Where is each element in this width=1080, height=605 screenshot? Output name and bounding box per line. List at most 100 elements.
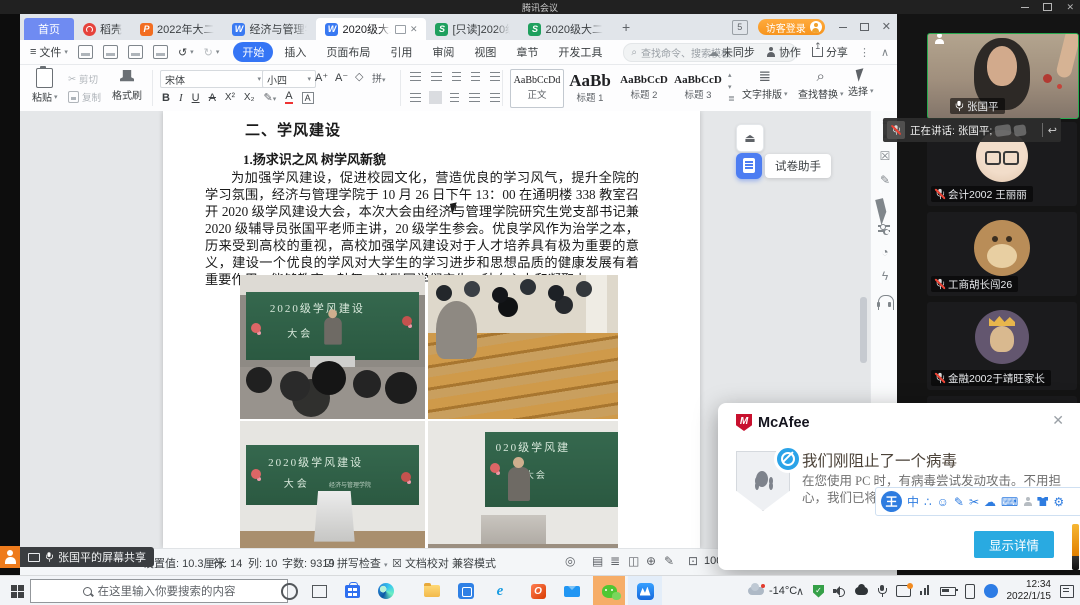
text-layout-button[interactable]: ≣ 文字排版▾: [742, 69, 788, 101]
screen-record-tray-icon[interactable]: [896, 585, 911, 597]
style-heading2[interactable]: AaBbCcD 标题 2: [618, 69, 670, 106]
save-icon[interactable]: [78, 45, 93, 59]
ime-punct-icon[interactable]: ∴: [924, 496, 932, 508]
ime-skin-icon[interactable]: 王: [881, 491, 902, 512]
new-tab-button[interactable]: +: [612, 19, 640, 35]
shrink-font-button[interactable]: A⁻: [335, 71, 348, 84]
tab-sheet-readonly[interactable]: S[只读]2020级: [426, 18, 519, 40]
history-tool-icon[interactable]: ◔: [878, 245, 892, 259]
style-normal[interactable]: AaBbCcDd 正文: [510, 69, 564, 108]
eraser-tool-icon[interactable]: ☒: [878, 149, 892, 163]
pen-tool-icon[interactable]: ✎: [878, 173, 892, 187]
participant-tile-huchangchuang[interactable]: 工商胡长闯26: [927, 212, 1077, 296]
participant-tile-yujingwang[interactable]: 金融2002于靖旺家长: [927, 302, 1077, 390]
subscript-button[interactable]: X₂: [244, 92, 255, 103]
bullet-list-icon[interactable]: [410, 72, 421, 81]
select-button[interactable]: 选择▾: [848, 69, 874, 98]
proofread-button[interactable]: ☒ 文档校对: [392, 555, 449, 571]
remote-app-button[interactable]: [452, 576, 480, 605]
ime-settings-icon[interactable]: ⚙: [1053, 496, 1064, 508]
tab-close-icon[interactable]: ✕: [410, 24, 418, 35]
network-signal-icon[interactable]: [920, 582, 931, 600]
preview-icon[interactable]: [153, 45, 168, 59]
font-name-select[interactable]: 宋体▾: [160, 70, 266, 88]
ribbon-tab-insert[interactable]: 插入: [275, 42, 315, 62]
popup-close-icon[interactable]: ✕: [1052, 412, 1064, 429]
close-icon[interactable]: ✕: [1066, 3, 1074, 12]
strikethrough-button[interactable]: A: [209, 92, 216, 104]
clip-icon[interactable]: ✂: [969, 496, 979, 508]
select-tool-icon[interactable]: [875, 195, 897, 226]
wechat-button[interactable]: [593, 576, 625, 605]
web-view-icon[interactable]: ⊕: [646, 554, 656, 568]
more-menu-icon[interactable]: ⋮: [859, 46, 870, 59]
phonetic-guide-icon[interactable]: 拼▾: [372, 70, 386, 85]
ribbon-tab-developer[interactable]: 开发工具: [549, 42, 611, 62]
align-left-icon[interactable]: [410, 93, 421, 102]
ie-button[interactable]: e: [486, 576, 514, 605]
collaborate-button[interactable]: 协作: [766, 44, 801, 60]
cloud-sync-tray-icon[interactable]: [855, 587, 868, 595]
action-center-icon[interactable]: [1060, 585, 1074, 598]
page-view-icon[interactable]: ▤: [592, 554, 603, 568]
collapse-assistant-button[interactable]: ⏏: [736, 124, 764, 152]
spell-check-toggle[interactable]: ☑ 拼写检查 ▾: [324, 555, 388, 571]
highlight-button[interactable]: ✎▾: [263, 91, 276, 104]
ribbon-tab-section[interactable]: 章节: [507, 42, 547, 62]
minimize-icon[interactable]: [1021, 7, 1029, 8]
participant-video-zhangguoping[interactable]: 张国平: [927, 33, 1079, 119]
cut-button[interactable]: ✂剪切: [68, 72, 98, 86]
window-count-badge[interactable]: 5: [732, 20, 748, 35]
start-button[interactable]: [4, 576, 30, 605]
eye-protect-icon[interactable]: ◎: [565, 554, 575, 568]
distribute-icon[interactable]: [490, 93, 500, 102]
support-tool-icon[interactable]: [878, 295, 894, 310]
adjust-tool-icon[interactable]: [878, 223, 892, 237]
battery-icon[interactable]: [940, 587, 956, 596]
format-painter-button[interactable]: 格式刷: [112, 68, 142, 102]
clear-format-icon[interactable]: ◇: [355, 70, 363, 83]
sync-status[interactable]: ☁未同步: [708, 44, 755, 60]
tencent-meeting-button[interactable]: [628, 576, 662, 605]
clock[interactable]: 12:34 2022/1/15: [1007, 579, 1052, 603]
copy-button[interactable]: 复制: [68, 90, 101, 104]
tab-writer-doc[interactable]: W经济与管理学: [223, 18, 316, 40]
paste-button[interactable]: 粘贴▾: [32, 68, 58, 104]
wps-minimize-icon[interactable]: [839, 27, 847, 28]
style-heading1[interactable]: AaBb 标题 1: [564, 69, 616, 106]
restore-icon[interactable]: [1043, 3, 1052, 11]
grow-font-button[interactable]: A⁺: [315, 71, 328, 84]
exam-assistant-icon[interactable]: [736, 153, 762, 179]
task-view-button[interactable]: [306, 576, 332, 605]
align-center-icon[interactable]: [431, 93, 440, 102]
tab-presentation[interactable]: P2022年大二: [131, 18, 223, 40]
outline-view-icon[interactable]: ≣: [610, 554, 620, 568]
read-mode-icon[interactable]: ◫: [628, 554, 639, 568]
decrease-indent-icon[interactable]: [452, 72, 461, 81]
undo-button[interactable]: ↺▾: [178, 46, 194, 59]
styles-scroll-up-icon[interactable]: ▴: [728, 71, 732, 79]
file-menu[interactable]: ≡文件▾: [30, 44, 68, 60]
collapse-ribbon-icon[interactable]: ∧: [881, 46, 889, 59]
cloud-input-icon[interactable]: ☁: [984, 496, 996, 508]
tab-docer[interactable]: 稻壳: [74, 18, 131, 40]
tray-expand-icon[interactable]: ∧: [796, 585, 804, 598]
ribbon-tab-view[interactable]: 视图: [465, 42, 505, 62]
tab-home[interactable]: 首页: [24, 18, 74, 40]
ribbon-tab-home[interactable]: 开始: [233, 42, 273, 62]
reply-icon[interactable]: ↩: [1048, 124, 1057, 137]
account-icon[interactable]: [1023, 497, 1032, 506]
exam-assistant-label[interactable]: 试卷助手: [765, 154, 831, 178]
ribbon-tab-references[interactable]: 引用: [381, 42, 421, 62]
taskbar-search-input[interactable]: 在这里输入你要搜索的内容: [30, 579, 288, 603]
justify-icon[interactable]: [469, 93, 480, 102]
superscript-button[interactable]: X²: [225, 92, 235, 103]
quick-tool-icon[interactable]: ϟ: [878, 269, 892, 283]
soft-keyboard-icon[interactable]: ⌨: [1001, 496, 1018, 508]
show-details-button[interactable]: 显示详情: [974, 531, 1054, 558]
tab-sheet[interactable]: S2020级大二: [519, 18, 611, 40]
fit-page-icon[interactable]: ⊡: [688, 554, 698, 568]
skin-shop-icon[interactable]: [1037, 497, 1048, 506]
char-border-button[interactable]: A: [302, 92, 314, 104]
export-icon[interactable]: [103, 45, 118, 59]
